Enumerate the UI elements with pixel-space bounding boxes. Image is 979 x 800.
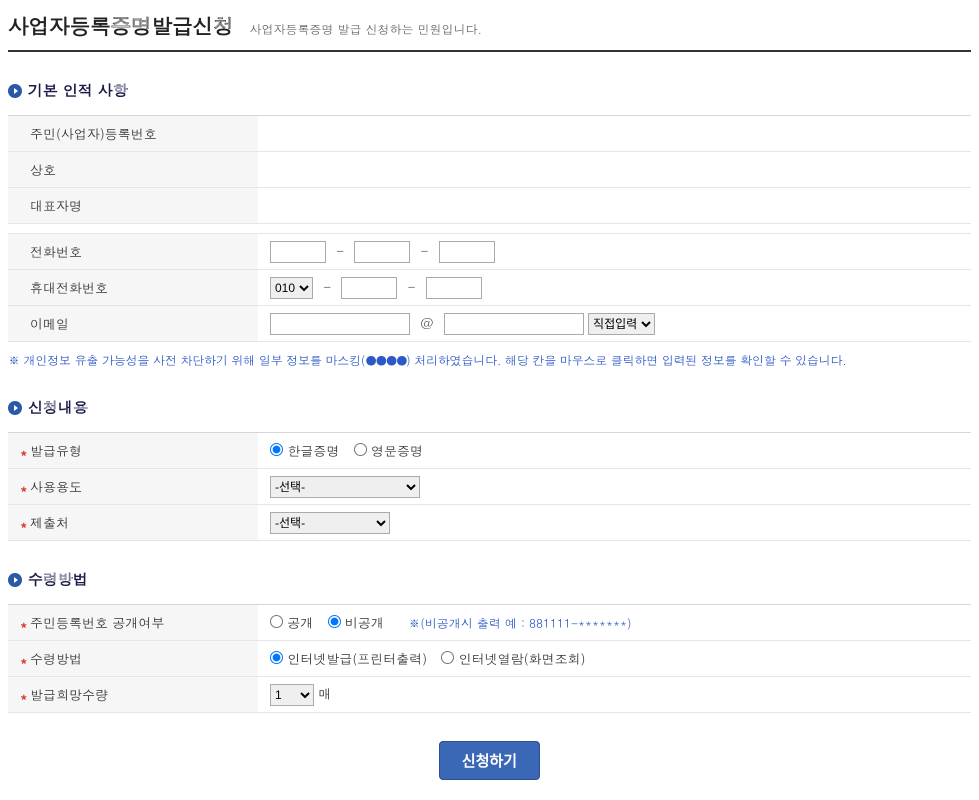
page-title: 사업자등록증명발급신청 [8, 10, 234, 40]
issuance-type-kor-radio[interactable] [270, 443, 283, 456]
radio-label-text: 한글증명 [287, 441, 339, 460]
method-view-radio[interactable] [441, 651, 454, 664]
mobile-cell: 010 - - [258, 270, 971, 306]
ssn-public-no-radio[interactable] [328, 615, 341, 628]
trade-name-label: 상호 [8, 152, 258, 188]
mobile-part2-input[interactable] [341, 277, 397, 299]
email-domain-input[interactable] [444, 313, 584, 335]
section-title: 신청내용 [28, 397, 88, 418]
submit-wrap: 신청하기 [8, 741, 971, 780]
receive-method-label: 수령방법 [8, 641, 258, 677]
trade-name-cell [258, 152, 971, 188]
phone-cell: - - [258, 234, 971, 270]
dash-icon: - [323, 277, 331, 296]
dash-icon: - [408, 277, 416, 296]
email-domain-select[interactable]: 직접입력 [588, 313, 655, 335]
issuance-type-label: 발급유형 [8, 433, 258, 469]
hint-suffix: ) 처리하였습니다. 해당 칸을 마우스로 클릭하면 입력된 정보를 확인할 수… [406, 352, 846, 369]
reg-no-label: 주민(사업자)등록번호 [8, 116, 258, 152]
mobile-prefix-select[interactable]: 010 [270, 277, 313, 299]
dash-icon: - [336, 241, 344, 260]
reg-no-cell[interactable] [258, 116, 971, 152]
section-title: 기본 인적 사항 [28, 80, 128, 101]
ssn-public-yes-radio[interactable] [270, 615, 283, 628]
method-print-radio[interactable] [270, 651, 283, 664]
page-header: 사업자등록증명발급신청 사업자등록증명 발급 신청하는 민원입니다. [8, 10, 971, 52]
radio-label-text: 비공개 [345, 613, 384, 632]
at-icon: @ [420, 313, 433, 332]
mask-bullets-icon: ●●●● [365, 352, 406, 369]
personal-info-table: 주민(사업자)등록번호 상호 대표자명 전화번호 - - 휴대전화번호 010 … [8, 115, 971, 342]
mobile-part3-input[interactable] [426, 277, 482, 299]
email-cell: @ 직접입력 [258, 306, 971, 342]
method-view-label[interactable]: 인터넷열람(화면조회) [441, 649, 585, 668]
dash-icon: - [421, 241, 429, 260]
arrow-bullet-icon [8, 84, 22, 98]
section-header-request: 신청내용 [8, 397, 971, 418]
method-print-label[interactable]: 인터넷발급(프린터출력) [270, 649, 427, 668]
ssn-public-cell: 공개 비공개 ※(비공개시 출력 예 : 881111-*******) [258, 605, 971, 641]
radio-label-text: 인터넷발급(프린터출력) [287, 649, 427, 668]
phone-label: 전화번호 [8, 234, 258, 270]
radio-label-text: 인터넷열람(화면조회) [459, 649, 586, 668]
issuance-type-kor-label[interactable]: 한글증명 [270, 441, 339, 460]
email-label: 이메일 [8, 306, 258, 342]
section-title: 수령방법 [28, 569, 88, 590]
radio-label-text: 공개 [287, 613, 313, 632]
rep-name-label: 대표자명 [8, 188, 258, 224]
request-table: 발급유형 한글증명 영문증명 사용용도 -선택- 제출처 -선택- [8, 432, 971, 541]
masking-hint: ※ 개인정보 유출 가능성을 사전 차단하기 위해 일부 정보를 마스킹(●●●… [8, 352, 971, 369]
hint-prefix: ※ 개인정보 유출 가능성을 사전 차단하기 위해 일부 정보를 마스킹( [8, 352, 365, 369]
receive-method-cell: 인터넷발급(프린터출력) 인터넷열람(화면조회) [258, 641, 971, 677]
submit-button[interactable]: 신청하기 [439, 741, 540, 780]
email-local-input[interactable] [270, 313, 410, 335]
ssn-public-yes-label[interactable]: 공개 [270, 613, 313, 632]
ssn-public-no-label[interactable]: 비공개 [328, 613, 384, 632]
radio-label-text: 영문증명 [371, 441, 423, 460]
issuance-type-eng-label[interactable]: 영문증명 [354, 441, 423, 460]
page-subtitle: 사업자등록증명 발급 신청하는 민원입니다. [250, 21, 483, 38]
mobile-label: 휴대전화번호 [8, 270, 258, 306]
usage-select[interactable]: -선택- [270, 476, 420, 498]
arrow-bullet-icon [8, 401, 22, 415]
rep-name-cell [258, 188, 971, 224]
qty-label: 발급희망수량 [8, 677, 258, 713]
phone-part2-input[interactable] [354, 241, 410, 263]
issuance-type-cell: 한글증명 영문증명 [258, 433, 971, 469]
ssn-public-label: 주민등록번호 공개여부 [8, 605, 258, 641]
submit-to-label: 제출처 [8, 505, 258, 541]
receive-table: 주민등록번호 공개여부 공개 비공개 ※(비공개시 출력 예 : 881111-… [8, 604, 971, 713]
issuance-type-eng-radio[interactable] [354, 443, 367, 456]
arrow-bullet-icon [8, 573, 22, 587]
phone-part1-input[interactable] [270, 241, 326, 263]
phone-part3-input[interactable] [439, 241, 495, 263]
qty-select[interactable]: 1 [270, 684, 314, 706]
ssn-mask-note: ※(비공개시 출력 예 : 881111-*******) [408, 615, 631, 632]
section-header-receive: 수령방법 [8, 569, 971, 590]
usage-label: 사용용도 [8, 469, 258, 505]
qty-unit: 매 [318, 684, 331, 703]
section-header-personal: 기본 인적 사항 [8, 80, 971, 101]
submit-to-select[interactable]: -선택- [270, 512, 390, 534]
